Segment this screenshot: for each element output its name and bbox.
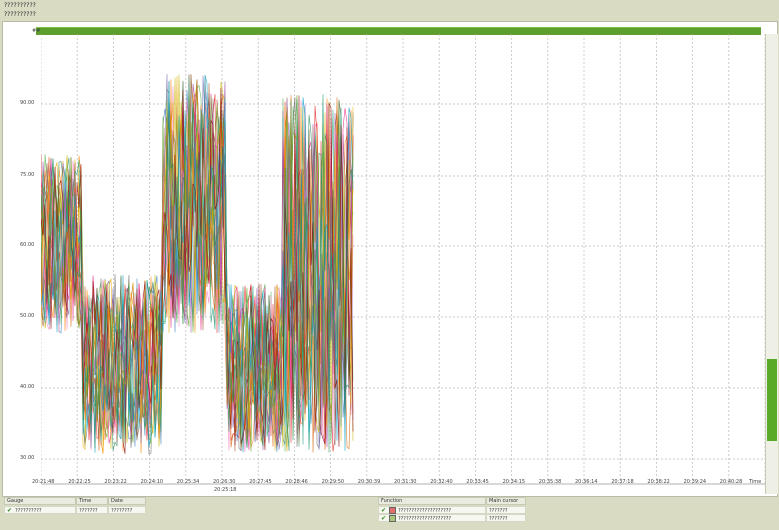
x-tick-label: 20:28:46: [285, 479, 308, 485]
col-header-time[interactable]: Time: [76, 497, 108, 505]
vertical-scrollbar[interactable]: [765, 34, 778, 494]
scrollbar-thumb[interactable]: [767, 359, 777, 441]
chart-panel: ## 90.00 75.00 60.00 50.00 40.00 30.00 20:21:…: [2, 21, 778, 497]
col-header-main-cursor[interactable]: Main cursor: [486, 497, 526, 505]
check-icon: ✔: [381, 515, 387, 522]
function-row[interactable]: ✔????????????????????: [378, 506, 486, 514]
y-tick-label: 60.00: [20, 242, 35, 248]
gauge-name: ??????????: [15, 508, 42, 514]
col-header-date[interactable]: Date: [108, 497, 146, 505]
table-row-gauge[interactable]: ✔??????????: [4, 506, 76, 514]
x-tick-label: 20:23:22: [104, 479, 127, 485]
x-tick-label: 20:34:15: [502, 479, 526, 485]
line-chart: [41, 34, 765, 485]
function-value: ???????: [486, 506, 526, 514]
x-tick-label: 20:29:50: [321, 479, 345, 485]
function-row[interactable]: ✔????????????????????: [378, 514, 486, 522]
color-swatch: [389, 515, 396, 522]
x-tick-label-extra: 20:25:18: [214, 487, 237, 493]
x-tick-label: 20:30:39: [357, 479, 381, 485]
y-tick-label: 30.00: [20, 455, 35, 461]
y-tick-label: 90.00: [20, 100, 35, 106]
table-cell-time: ???????: [76, 506, 108, 514]
x-tick-label: 20:31:30: [394, 479, 417, 485]
y-top-label: ##: [32, 28, 41, 34]
col-header-function[interactable]: Function: [378, 497, 486, 505]
x-tick-label: 20:36:14: [575, 479, 598, 485]
x-tick-label: 20:22:25: [68, 479, 91, 485]
x-tick-label: 20:21:48: [32, 479, 55, 485]
x-tick-label: 20:38:22: [647, 479, 670, 485]
x-tick-label: 20:26:30: [213, 479, 236, 485]
function-value: ???????: [486, 514, 526, 522]
x-tick-label: 20:33:45: [466, 479, 489, 485]
x-tick-label: 20:40:28: [719, 479, 743, 485]
x-tick-label: 20:24:10: [140, 479, 164, 485]
x-tick-label: 20:25:34: [176, 479, 200, 485]
window-subtitle: ??????????: [4, 11, 36, 18]
check-icon: ✔: [7, 507, 13, 514]
window-title: ??????????: [4, 2, 36, 9]
x-tick-label: 20:39:24: [683, 479, 707, 485]
color-swatch: [389, 507, 396, 514]
col-header-gauge[interactable]: Gauge: [4, 497, 76, 505]
x-tick-label: 20:37:18: [611, 479, 634, 485]
table-cell-date: ????????: [108, 506, 146, 514]
function-name: ????????????????????: [398, 516, 452, 522]
y-tick-label: 40.00: [20, 384, 35, 390]
cursor-table: Gauge Time Date ✔?????????? ??????? ????…: [2, 497, 776, 530]
y-tick-label: 50.00: [20, 313, 35, 319]
y-tick-label: 75.00: [20, 172, 35, 178]
x-axis-title: Time: [749, 479, 762, 485]
x-tick-label: 20:32:40: [430, 479, 453, 485]
x-tick-label: 20:27:45: [249, 479, 272, 485]
x-tick-label: 20:35:38: [538, 479, 562, 485]
